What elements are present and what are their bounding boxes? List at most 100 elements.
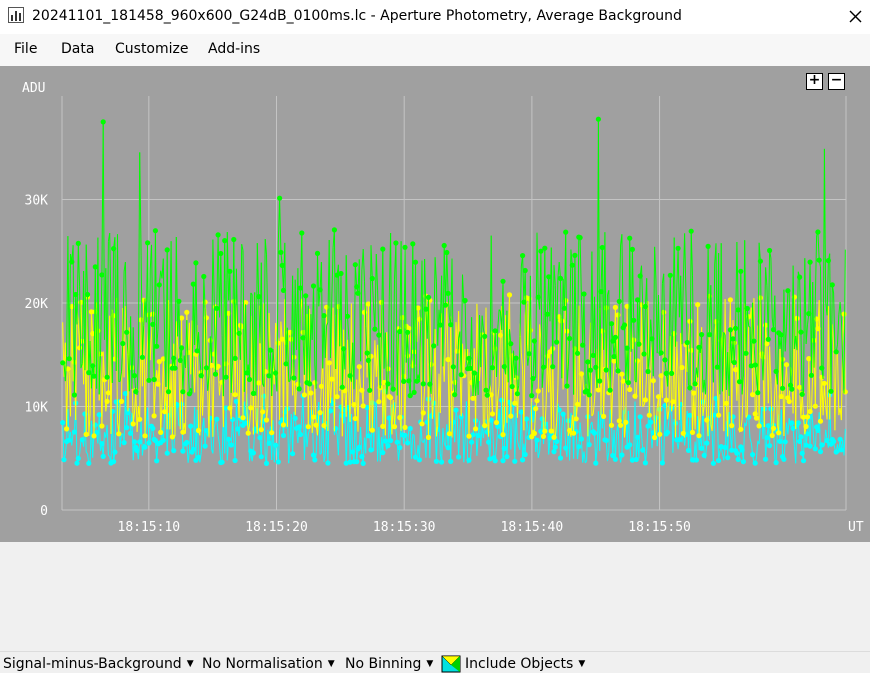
data-point — [281, 288, 286, 293]
data-point — [354, 459, 359, 464]
series-segment — [141, 421, 142, 455]
data-point — [86, 370, 91, 375]
data-point — [303, 293, 308, 298]
include-objects-dropdown[interactable]: Include Objects▼ — [465, 656, 585, 672]
series-segment — [201, 428, 202, 453]
data-point — [448, 322, 453, 327]
data-point — [269, 430, 274, 435]
data-point — [385, 443, 390, 448]
zoom-in-button[interactable]: + — [806, 73, 823, 90]
data-point — [277, 196, 282, 201]
data-point — [405, 330, 410, 335]
close-icon[interactable] — [842, 2, 868, 30]
series-segment — [456, 368, 457, 396]
data-point — [455, 349, 460, 354]
series-segment — [497, 398, 498, 422]
data-point — [604, 367, 609, 372]
data-point — [176, 299, 181, 304]
data-point — [417, 457, 422, 462]
data-point — [482, 334, 487, 339]
light-curve-plot[interactable]: 010K20K30K18:15:1018:15:2018:15:3018:15:… — [0, 66, 870, 542]
light-curve-chart[interactable]: 010K20K30K18:15:1018:15:2018:15:3018:15:… — [0, 66, 870, 542]
series-segment — [815, 236, 816, 301]
series-segment — [553, 265, 554, 367]
data-point — [596, 117, 601, 122]
series-segment — [639, 276, 640, 344]
zoom-out-button[interactable]: − — [828, 73, 845, 90]
data-point — [101, 119, 106, 124]
data-point — [694, 457, 699, 462]
series-segment — [120, 435, 121, 448]
series-segment — [804, 258, 805, 392]
series-segment — [307, 434, 308, 447]
series-segment — [476, 304, 477, 429]
series-segment — [785, 423, 786, 442]
data-point — [132, 373, 137, 378]
data-point — [643, 460, 648, 465]
data-point — [361, 403, 366, 408]
series-segment — [685, 345, 686, 438]
menu-add-ins[interactable]: Add-ins — [208, 41, 260, 57]
series-segment — [625, 325, 626, 383]
series-segment — [771, 258, 772, 318]
series-segment — [146, 343, 147, 366]
series-segment — [346, 255, 347, 316]
data-point — [74, 461, 79, 466]
data-point — [815, 428, 820, 433]
data-point — [278, 250, 283, 255]
data-point — [541, 365, 546, 370]
data-point — [494, 420, 499, 425]
data-point — [307, 381, 312, 386]
data-point — [64, 426, 69, 431]
series-segment — [348, 340, 349, 392]
data-point — [220, 460, 225, 465]
data-point — [154, 458, 159, 463]
y-tick-label: 10K — [25, 401, 49, 416]
series-segment — [662, 312, 663, 397]
data-point — [226, 437, 231, 442]
data-point — [608, 388, 613, 393]
data-point — [152, 377, 157, 382]
series-segment — [452, 259, 453, 367]
data-point — [171, 448, 176, 453]
series-segment — [273, 420, 274, 462]
data-point — [256, 294, 261, 299]
data-point — [635, 435, 640, 440]
data-point — [767, 248, 772, 253]
series-segment — [440, 313, 441, 413]
data-point — [150, 426, 155, 431]
data-point — [664, 398, 669, 403]
data-point — [567, 336, 572, 341]
series-segment — [702, 335, 703, 393]
data-point — [512, 459, 517, 464]
data-point — [414, 379, 419, 384]
data-point — [297, 424, 302, 429]
data-point — [203, 444, 208, 449]
series-segment — [798, 339, 799, 388]
data-point — [563, 445, 568, 450]
series-segment — [642, 266, 643, 307]
menu-file[interactable]: File — [14, 41, 37, 57]
normalisation-dropdown[interactable]: No Normalisation▼ — [202, 656, 335, 672]
series-segment — [774, 390, 775, 428]
series-segment — [280, 198, 281, 252]
series-segment — [331, 300, 332, 359]
series-segment — [233, 420, 234, 442]
menu-customize[interactable]: Customize — [115, 41, 189, 57]
data-point — [146, 440, 151, 445]
data-point — [216, 364, 221, 369]
data-point — [696, 345, 701, 350]
mode-dropdown[interactable]: Signal-minus-Background▼ — [3, 656, 194, 672]
series-segment — [464, 349, 465, 376]
data-point — [402, 245, 407, 250]
series-segment — [540, 431, 541, 452]
data-point — [801, 458, 806, 463]
binning-dropdown[interactable]: No Binning▼ — [345, 656, 433, 672]
data-point — [815, 326, 820, 331]
checkbox-objects-icon[interactable] — [441, 655, 461, 673]
series-segment — [163, 259, 164, 340]
data-point — [376, 399, 381, 404]
menu-data[interactable]: Data — [61, 41, 94, 57]
data-point — [798, 434, 803, 439]
series-segment — [290, 374, 291, 381]
